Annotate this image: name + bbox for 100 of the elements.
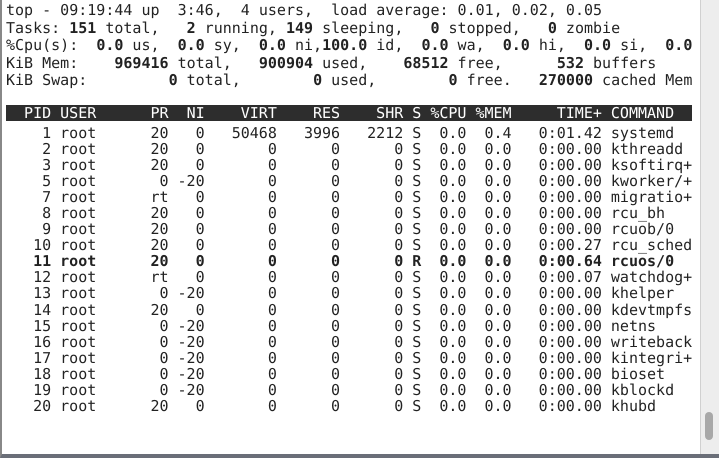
table-cell-text: -20 <box>176 318 205 334</box>
table-cell-text: 0 <box>158 285 169 302</box>
table-cell-text: 1 <box>41 125 52 142</box>
table-cell-text: 0:00.00 <box>538 350 602 366</box>
table-cell-text: 0 <box>330 366 340 382</box>
scrollbar-thumb[interactable] <box>705 412 713 440</box>
table-cell-text: 0 <box>266 318 277 334</box>
table-cell-text: 0 <box>266 157 277 174</box>
table-cell-text: root <box>59 398 98 414</box>
table-cell-text: rt <box>149 189 169 206</box>
table-cell-text: 0 <box>194 189 205 206</box>
table-cell-text: root <box>59 302 98 318</box>
table-cell-text: 0 <box>330 157 340 174</box>
column-header: PID <box>23 104 52 122</box>
table-cell-text: 11 <box>32 253 52 270</box>
column-header: VIRT <box>240 104 277 122</box>
table-cell-text: root <box>59 334 98 350</box>
table-cell-text: 50468 <box>230 125 277 142</box>
table-cell-text: 0 <box>266 350 277 366</box>
table-cell-text: 0 <box>393 173 404 190</box>
table-cell-text: -20 <box>176 382 205 398</box>
table-cell-text: 20 <box>149 157 169 174</box>
table-cell-text: 0:00.64 <box>538 253 602 270</box>
table-cell-text: 0:00.00 <box>538 173 602 190</box>
table-cell-text: S <box>411 398 422 414</box>
table-cell-text: 0.0 <box>484 318 512 334</box>
table-cell-text: 0 <box>393 141 404 158</box>
table-cell-text: 0 <box>393 334 404 350</box>
table-cell-text: 0 <box>330 173 340 190</box>
table-cell-text: -20 <box>176 366 205 382</box>
table-cell-text: 0 <box>330 221 340 238</box>
summary-line: KiB Swap: 0 total, 0 used, 0 free. 270000 cached Mem <box>6 71 694 89</box>
table-cell-text: 0.0 <box>484 366 512 382</box>
table-cell-text: 0.0 <box>438 221 466 238</box>
table-cell-text: 5 <box>41 173 52 190</box>
column-header: USER <box>59 104 98 122</box>
table-cell-text: S <box>411 125 422 142</box>
scrollbar[interactable] <box>700 0 719 454</box>
table-cell-text: 9 <box>41 221 52 238</box>
table-cell-text: 0.0 <box>484 141 512 158</box>
table-cell-text: rcuob/0 <box>610 221 676 238</box>
table-cell-text: 0 <box>330 382 340 398</box>
table-cell-text: root <box>59 173 98 190</box>
column-header: S <box>411 104 422 122</box>
table-cell-text: 20 <box>32 398 52 414</box>
column-header: COMMAND <box>610 104 676 122</box>
table-cell-text: 0.0 <box>438 382 466 398</box>
summary-line: KiB Mem: 969416 total, 900904 used, 68512 free, 532 buffers <box>6 54 658 72</box>
table-cell-text: 0:00.00 <box>538 382 602 398</box>
table-cell-text: khubd <box>610 398 658 414</box>
table-cell-text: 0 <box>393 237 404 254</box>
table-cell-text: 0 <box>194 125 205 142</box>
table-cell-text: 0 <box>393 350 404 366</box>
table-cell-text: 0.0 <box>438 318 466 334</box>
table-cell-text: 0 <box>266 221 277 238</box>
table-cell-text: rcuos/0 <box>610 253 674 270</box>
column-header: NI <box>186 104 205 122</box>
table-cell-text: 0.0 <box>484 269 512 286</box>
table-cell-text: 0.0 <box>438 398 466 414</box>
table-cell-text: 0 <box>393 221 404 238</box>
table-cell-text: 0 <box>330 302 340 318</box>
table-cell-text: 0.0 <box>484 334 512 350</box>
column-header: RES <box>312 104 340 122</box>
table-cell-text: root <box>59 253 98 270</box>
table-cell-text: 0:00.00 <box>538 334 602 350</box>
table-cell-text: 15 <box>32 318 52 334</box>
table-cell-text: S <box>411 302 422 318</box>
table-cell-text: root <box>59 318 98 334</box>
table-cell-text: 0 <box>266 173 277 190</box>
table-cell-text: 0:00.00 <box>538 189 602 206</box>
summary-line: Tasks: 151 total, 2 running, 149 sleeping, 0 stopped, 0 zombie <box>6 18 622 36</box>
table-cell-text: kworker/+ <box>610 173 692 190</box>
table-cell-text: 0 <box>194 221 205 238</box>
table-cell-text: 0.0 <box>484 285 512 302</box>
table-cell-text: 0 <box>393 269 404 286</box>
table-cell-text: rcu_sched <box>610 237 692 254</box>
column-header: SHR <box>375 104 404 122</box>
table-cell-text: 0.0 <box>438 157 466 174</box>
table-cell-text: 20 <box>149 125 169 142</box>
table-cell-text: 10 <box>32 237 52 254</box>
table-cell-text: 19 <box>32 382 52 398</box>
table-cell-text: 0 <box>158 382 169 398</box>
table-cell-text: S <box>411 237 422 254</box>
table-cell-text: 0 <box>330 253 340 270</box>
table-cell-text: 13 <box>32 285 52 302</box>
table-cell-text: 0 <box>158 318 169 334</box>
table-cell-text: systemd <box>610 125 676 142</box>
table-cell-text: 0 <box>266 366 277 382</box>
table-cell-text: 0 <box>266 334 277 350</box>
table-cell-text: ksoftirq+ <box>610 157 692 174</box>
table-cell-text: 18 <box>32 366 52 382</box>
table-cell-text: writeback <box>610 334 692 350</box>
table-cell-text: 0 <box>158 173 169 190</box>
table-cell-text: 0 <box>266 189 277 206</box>
table-cell-text: 0 <box>266 205 277 222</box>
table-cell-text: 0 <box>393 366 404 382</box>
table-cell-text: S <box>411 285 422 302</box>
table-cell-text: 0:00.00 <box>538 398 602 414</box>
table-cell-text: 0.4 <box>484 125 512 142</box>
table-cell-text: S <box>411 189 422 206</box>
